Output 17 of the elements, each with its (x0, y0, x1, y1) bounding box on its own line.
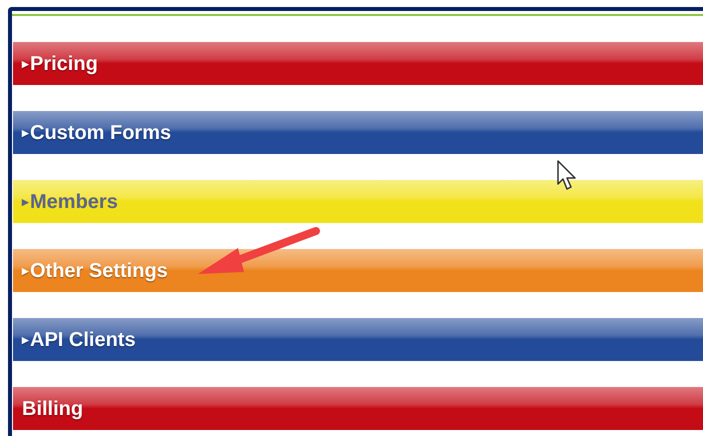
section-header[interactable]: ▸Pricing (13, 42, 703, 85)
section-header[interactable]: ▸API Clients (13, 318, 703, 361)
expand-icon: ▸ (22, 122, 29, 142)
section-title: Members (30, 190, 118, 214)
expand-icon: ▸ (22, 192, 29, 212)
mouse-cursor-icon (556, 159, 578, 191)
expand-icon: ▸ (22, 54, 29, 74)
section-title: Billing (22, 396, 84, 422)
section-title: Custom Forms (30, 120, 172, 146)
section-header[interactable]: ▸Members (13, 180, 703, 223)
section-title: Pricing (30, 52, 98, 76)
section-header[interactable]: ▸Custom Forms (13, 111, 703, 154)
section-title: API Clients (30, 328, 136, 352)
section-title: Other Settings (30, 258, 168, 284)
expand-icon: ▸ (22, 330, 29, 350)
section-header[interactable]: Billing (13, 387, 703, 430)
expand-icon: ▸ (22, 260, 29, 280)
